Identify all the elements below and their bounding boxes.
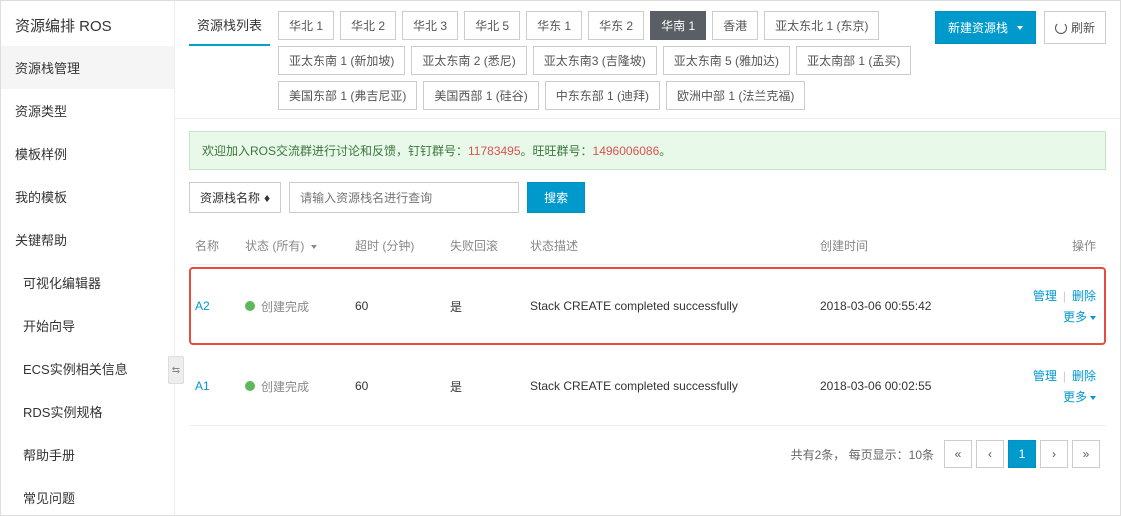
region-tab[interactable]: 华南 1 <box>650 11 706 40</box>
region-tab[interactable]: 华东 1 <box>526 11 582 40</box>
region-tab[interactable]: 华北 3 <box>402 11 458 40</box>
pager-page-1[interactable]: 1 <box>1008 440 1036 468</box>
region-tab[interactable]: 美国西部 1 (硅谷) <box>423 81 538 110</box>
col-ops: 操作 <box>990 237 1100 254</box>
sidebar: 资源编排 ROS 资源栈管理资源类型模板样例我的模板关键帮助 可视化编辑器开始向… <box>1 1 175 515</box>
col-name: 名称 <box>195 237 245 254</box>
chevron-down-icon <box>1090 396 1096 400</box>
refresh-button[interactable]: 刷新 <box>1044 11 1106 44</box>
chevron-down-icon: ♦ <box>264 191 270 205</box>
status-text: 创建完成 <box>261 300 309 314</box>
sidebar-toggle[interactable]: ⇆ <box>168 356 184 384</box>
region-tab[interactable]: 美国东部 1 (弗吉尼亚) <box>278 81 417 110</box>
region-tab[interactable]: 欧洲中部 1 (法兰克福) <box>666 81 805 110</box>
chevron-down-icon <box>311 245 317 249</box>
region-tab[interactable]: 华北 1 <box>278 11 334 40</box>
cell-timeout: 60 <box>355 379 450 393</box>
search-input[interactable] <box>289 182 519 213</box>
cell-timeout: 60 <box>355 299 450 313</box>
cell-desc: Stack CREATE completed successfully <box>530 379 820 393</box>
region-tab[interactable]: 亚太南部 1 (孟买) <box>796 46 911 75</box>
region-tab[interactable]: 中东东部 1 (迪拜) <box>545 81 660 110</box>
sidebar-subnav: 可视化编辑器开始向导ECS实例相关信息RDS实例规格帮助手册常见问题 <box>1 261 174 516</box>
region-selector: 华北 1华北 2华北 3华北 5华东 1华东 2华南 1香港亚太东北 1 (东京… <box>278 11 927 118</box>
search-field-select[interactable]: 资源栈名称 ♦ <box>189 182 281 213</box>
sidebar-subitem[interactable]: RDS实例规格 <box>1 390 174 433</box>
region-tab[interactable]: 亚太东北 1 (东京) <box>764 11 879 40</box>
region-tab[interactable]: 华北 2 <box>340 11 396 40</box>
cell-desc: Stack CREATE completed successfully <box>530 299 820 313</box>
sidebar-item[interactable]: 资源类型 <box>1 89 174 132</box>
col-desc: 状态描述 <box>530 237 820 254</box>
cell-rollback: 是 <box>450 378 530 395</box>
cell-time: 2018-03-06 00:55:42 <box>820 299 990 313</box>
content-area: 欢迎加入ROS交流群进行讨论和反馈，钉钉群号：11783495。旺旺群号：149… <box>175 119 1120 515</box>
pager-first[interactable]: « <box>944 440 972 468</box>
col-rollback: 失败回滚 <box>450 237 530 254</box>
manage-link[interactable]: 管理 <box>1033 289 1057 303</box>
status-text: 创建完成 <box>261 380 309 394</box>
status-dot-icon <box>245 301 255 311</box>
search-bar: 资源栈名称 ♦ 搜索 <box>189 182 1106 213</box>
more-link[interactable]: 更多 <box>990 308 1096 325</box>
pagination: 共有2条， 每页显示：10条 « ‹ 1 › » <box>189 426 1106 482</box>
create-stack-button[interactable]: 新建资源栈 <box>935 11 1036 44</box>
delete-link[interactable]: 删除 <box>1072 289 1096 303</box>
col-timeout: 超时 (分钟) <box>355 237 450 254</box>
region-tab[interactable]: 亚太东南 1 (新加坡) <box>278 46 405 75</box>
pager-next[interactable]: › <box>1040 440 1068 468</box>
region-tab[interactable]: 香港 <box>712 11 758 40</box>
table-row: A2 创建完成 60是Stack CREATE completed successf… <box>189 267 1106 345</box>
sidebar-subitem[interactable]: ECS实例相关信息 <box>1 347 174 390</box>
pager-last[interactable]: » <box>1072 440 1100 468</box>
sidebar-item[interactable]: 资源栈管理 <box>1 46 174 89</box>
product-title: 资源编排 ROS <box>1 1 174 46</box>
region-tab[interactable]: 华东 2 <box>588 11 644 40</box>
sidebar-subitem[interactable]: 开始向导 <box>1 304 174 347</box>
col-status-filter[interactable]: 状态 (所有) <box>245 237 355 254</box>
refresh-icon <box>1055 22 1067 34</box>
stack-name-link[interactable]: A2 <box>195 299 210 313</box>
stack-name-link[interactable]: A1 <box>195 379 210 393</box>
sidebar-subitem[interactable]: 常见问题 <box>1 476 174 516</box>
chevron-down-icon <box>1090 316 1096 320</box>
table-row: A1 创建完成 60是Stack CREATE completed successf… <box>189 347 1106 426</box>
region-tab[interactable]: 华北 5 <box>464 11 520 40</box>
chevron-down-icon <box>1017 26 1023 30</box>
header: 资源栈列表 华北 1华北 2华北 3华北 5华东 1华东 2华南 1香港亚太东北… <box>175 1 1120 119</box>
sidebar-item[interactable]: 关键帮助 <box>1 218 174 261</box>
cell-rollback: 是 <box>450 298 530 315</box>
delete-link[interactable]: 删除 <box>1072 369 1096 383</box>
sidebar-subitem[interactable]: 帮助手册 <box>1 433 174 476</box>
region-tab[interactable]: 亚太东南 2 (悉尼) <box>411 46 526 75</box>
sidebar-subitem[interactable]: 可视化编辑器 <box>1 261 174 304</box>
sidebar-item[interactable]: 模板样例 <box>1 132 174 175</box>
manage-link[interactable]: 管理 <box>1033 369 1057 383</box>
info-banner: 欢迎加入ROS交流群进行讨论和反馈，钉钉群号：11783495。旺旺群号：149… <box>189 131 1106 170</box>
status-dot-icon <box>245 381 255 391</box>
sidebar-nav: 资源栈管理资源类型模板样例我的模板关键帮助 <box>1 46 174 261</box>
sidebar-item[interactable]: 我的模板 <box>1 175 174 218</box>
region-tab[interactable]: 亚太东南3 (吉隆坡) <box>533 46 657 75</box>
tab-stack-list[interactable]: 资源栈列表 <box>189 11 270 46</box>
col-time: 创建时间 <box>820 237 990 254</box>
search-button[interactable]: 搜索 <box>527 182 585 213</box>
main-panel: 资源栈列表 华北 1华北 2华北 3华北 5华东 1华东 2华南 1香港亚太东北… <box>175 1 1120 515</box>
region-tab[interactable]: 亚太东南 5 (雅加达) <box>663 46 790 75</box>
table-header: 名称 状态 (所有) 超时 (分钟) 失败回滚 状态描述 创建时间 操作 <box>189 227 1106 265</box>
more-link[interactable]: 更多 <box>990 388 1096 405</box>
pager-prev[interactable]: ‹ <box>976 440 1004 468</box>
cell-time: 2018-03-06 00:02:55 <box>820 379 990 393</box>
